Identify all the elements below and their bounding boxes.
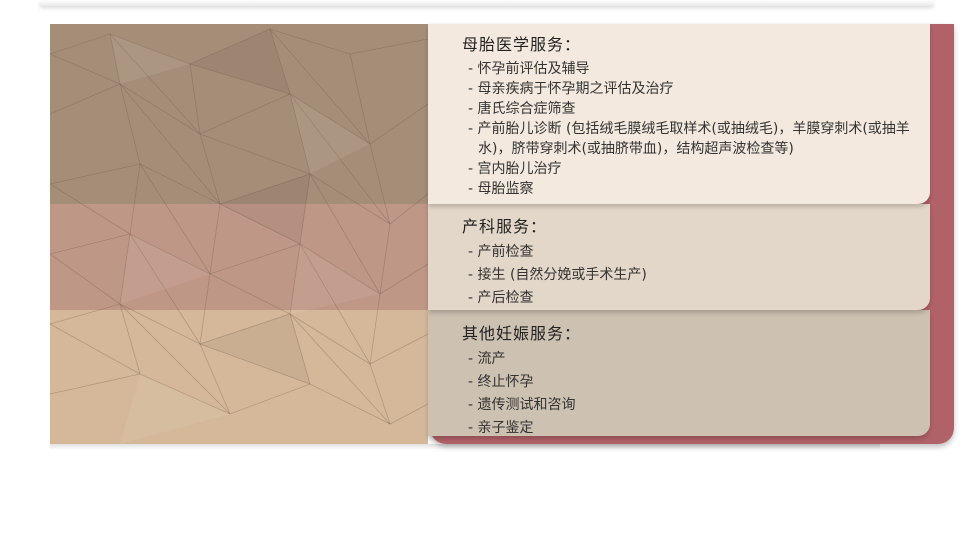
list-item: 母胎监察 [468, 179, 930, 199]
maternal-fetal-title: 母胎医学服务： [462, 35, 582, 54]
polygon-pattern [50, 28, 428, 444]
list-item: 接生 (自然分娩或手术生产) [468, 264, 930, 287]
list-item: 宫内胎儿治疗 [468, 159, 930, 179]
list-item: 终止怀孕 [468, 371, 930, 394]
list-item: 怀孕前评估及辅导 [468, 59, 930, 79]
decorative-image-panel [50, 24, 428, 444]
maternal-fetal-list: 怀孕前评估及辅导 母亲疾病于怀孕期之评估及治疗 唐氏综合症筛查 产前胎儿诊断 (… [468, 59, 930, 199]
obstetric-section: 产科服务： 产前检查 接生 (自然分娩或手术生产) 产后检查 [428, 204, 930, 310]
list-item: 流产 [468, 348, 930, 371]
list-item: 唐氏综合症筛查 [468, 99, 930, 119]
other-pregnancy-title: 其他妊娠服务： [462, 324, 582, 343]
bottom-shadow [50, 444, 880, 450]
obstetric-list: 产前检查 接生 (自然分娩或手术生产) 产后检查 [468, 241, 930, 310]
obstetric-title: 产科服务： [462, 217, 548, 236]
list-item: 母亲疾病于怀孕期之评估及治疗 [468, 79, 930, 99]
maternal-fetal-section: 母胎医学服务： 怀孕前评估及辅导 母亲疾病于怀孕期之评估及治疗 唐氏综合症筛查 … [428, 24, 930, 204]
top-shadow-divider [40, 0, 933, 6]
list-item: 产前检查 [468, 241, 930, 264]
other-pregnancy-section: 其他妊娠服务： 流产 终止怀孕 遗传测试和咨询 亲子鉴定 [428, 310, 930, 436]
list-item: 产后检查 [468, 287, 930, 310]
services-card: 母胎医学服务： 怀孕前评估及辅导 母亲疾病于怀孕期之评估及治疗 唐氏综合症筛查 … [50, 24, 954, 448]
other-pregnancy-list: 流产 终止怀孕 遗传测试和咨询 亲子鉴定 [468, 348, 930, 440]
list-item: 产前胎儿诊断 (包括绒毛膜绒毛取样术(或抽绒毛)，羊膜穿刺术(或抽羊水)，脐带穿… [468, 119, 930, 159]
list-item: 亲子鉴定 [468, 417, 930, 440]
list-item: 遗传测试和咨询 [468, 394, 930, 417]
